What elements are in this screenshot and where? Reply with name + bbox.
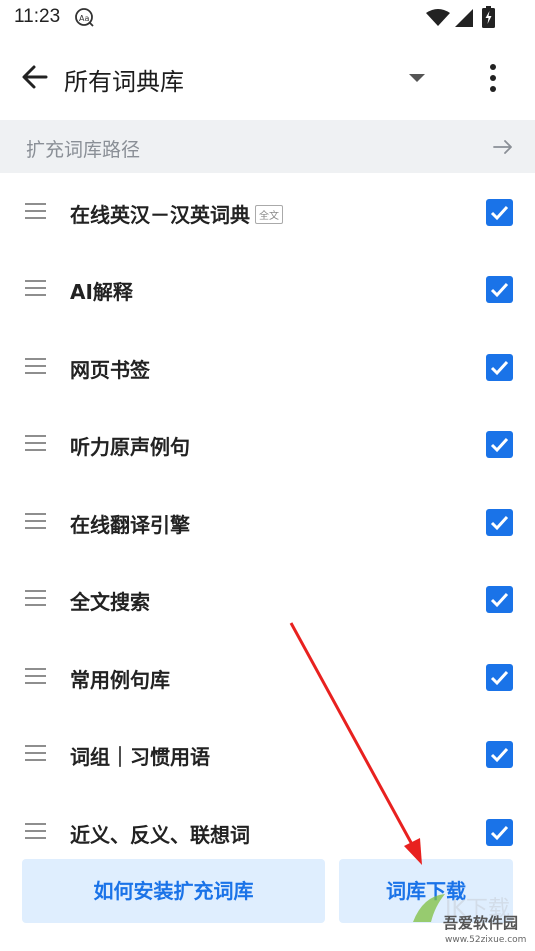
- back-arrow-icon[interactable]: [18, 60, 52, 94]
- more-options-icon[interactable]: [478, 60, 508, 96]
- dictionary-name: AI解释: [70, 280, 133, 304]
- arrow-right-icon: [493, 140, 512, 154]
- drag-handle-icon[interactable]: [25, 590, 46, 607]
- drag-handle-icon[interactable]: [25, 745, 46, 762]
- dictionary-name: 词组｜习惯用语: [70, 745, 210, 769]
- dictionary-row[interactable]: 听力原声例句: [0, 405, 535, 482]
- toolbar: 所有词典库: [0, 44, 535, 112]
- expand-dictionary-path-row[interactable]: 扩充词库路径: [0, 120, 535, 173]
- dictionary-name: 常用例句库: [70, 668, 170, 692]
- font-size-icon: Aa: [75, 8, 94, 27]
- dictionary-row[interactable]: 全文搜索: [0, 560, 535, 637]
- checkbox-checked[interactable]: [486, 819, 513, 846]
- signal-icon: [455, 9, 473, 27]
- drag-handle-icon[interactable]: [25, 513, 46, 530]
- drag-handle-icon[interactable]: [25, 203, 46, 220]
- dropdown-triangle-icon[interactable]: [404, 66, 430, 88]
- dictionary-name: 近义、反义、联想词: [70, 823, 250, 847]
- svg-text:Aa: Aa: [79, 14, 89, 23]
- drag-handle-icon[interactable]: [25, 358, 46, 375]
- checkbox-checked[interactable]: [486, 509, 513, 536]
- checkbox-checked[interactable]: [486, 664, 513, 691]
- drag-handle-icon[interactable]: [25, 435, 46, 452]
- status-time: 11:23: [14, 6, 61, 27]
- watermark-url: www.52zixue.com: [445, 935, 527, 945]
- status-bar: 11:23 Aa: [0, 0, 535, 38]
- checkbox-checked[interactable]: [486, 586, 513, 613]
- dictionary-row[interactable]: 网页书签: [0, 328, 535, 405]
- checkbox-checked[interactable]: [486, 741, 513, 768]
- dictionary-name: 听力原声例句: [70, 435, 190, 459]
- dictionary-row[interactable]: 在线翻译引擎: [0, 483, 535, 560]
- dictionary-name: 在线英汉－汉英词典 全文: [70, 199, 283, 228]
- dictionary-name: 全文搜索: [70, 590, 150, 614]
- checkbox-checked[interactable]: [486, 431, 513, 458]
- checkbox-checked[interactable]: [486, 276, 513, 303]
- dictionary-row[interactable]: 常用例句库: [0, 638, 535, 715]
- drag-handle-icon[interactable]: [25, 668, 46, 685]
- dictionary-row[interactable]: 在线英汉－汉英词典 全文: [0, 173, 535, 250]
- watermark: IK下载 吾爱软件园 www.52zixue.com: [405, 888, 535, 951]
- how-to-install-button[interactable]: 如何安装扩充词库: [22, 859, 325, 923]
- dictionary-row[interactable]: AI解释: [0, 250, 535, 327]
- watermark-site-name: 吾爱软件园: [443, 914, 519, 932]
- wifi-icon: [426, 9, 450, 26]
- dictionary-name: 网页书签: [70, 358, 150, 382]
- expand-dictionary-path-label: 扩充词库路径: [26, 139, 141, 161]
- checkbox-checked[interactable]: [486, 354, 513, 381]
- dictionary-name: 在线翻译引擎: [70, 513, 190, 537]
- checkbox-checked[interactable]: [486, 199, 513, 226]
- fulltext-badge: 全文: [255, 205, 283, 224]
- battery-icon: [482, 6, 495, 28]
- dictionary-row[interactable]: 词组｜习惯用语: [0, 715, 535, 792]
- page-title: 所有词典库: [64, 68, 184, 96]
- drag-handle-icon[interactable]: [25, 823, 46, 840]
- drag-handle-icon[interactable]: [25, 280, 46, 297]
